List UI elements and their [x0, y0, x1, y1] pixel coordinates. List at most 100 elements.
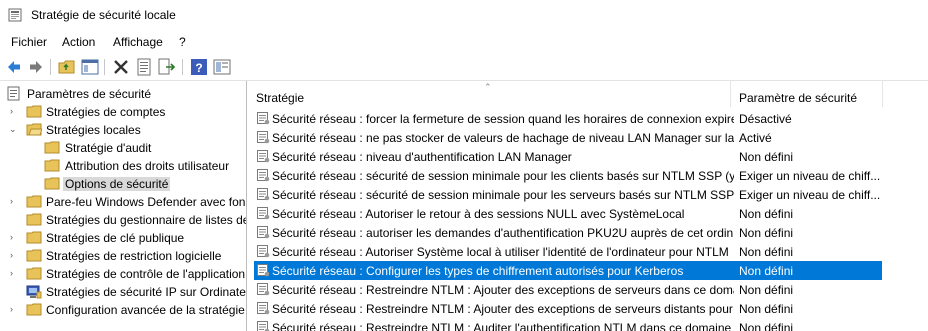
tree-label: Stratégies de contrôle de l'application [46, 267, 246, 281]
policy-setting-icon [257, 245, 270, 258]
tree-label: Attribution des droits utilisateur [65, 159, 230, 173]
policy-row[interactable]: Sécurité réseau : sécurité de session mi… [254, 185, 882, 204]
security-policy-app-icon [8, 8, 22, 22]
policy-row[interactable]: Sécurité réseau : autoriser les demandes… [254, 223, 882, 242]
folder-open-icon [26, 123, 42, 136]
folder-icon [44, 177, 60, 190]
policy-setting-value: Exiger un niveau de chiff... [739, 188, 881, 202]
expand-arrow-icon[interactable]: › [10, 250, 20, 260]
policy-setting-icon [257, 169, 270, 182]
policy-name: Sécurité réseau : ne pas stocker de vale… [272, 131, 734, 145]
menu-action[interactable]: Action [62, 35, 95, 49]
column-header-label: Paramètre de sécurité [739, 91, 858, 105]
policy-setting-value: Non défini [739, 150, 794, 164]
policy-row[interactable]: Sécurité réseau : Autoriser Système loca… [254, 242, 882, 261]
policy-setting-value: Exiger un niveau de chiff... [739, 169, 881, 183]
policy-name: Sécurité réseau : niveau d'authentificat… [272, 150, 572, 164]
policy-name: Sécurité réseau : Configurer les types d… [272, 264, 684, 278]
tree-label: Stratégies de clé publique [46, 231, 185, 245]
toolbar-separator [50, 59, 51, 75]
policy-row[interactable]: Sécurité réseau : niveau d'authentificat… [254, 147, 882, 166]
folder-icon [26, 267, 42, 280]
folder-icon [26, 105, 42, 118]
policy-setting-value: Non défini [739, 245, 794, 259]
expand-arrow-icon[interactable]: › [10, 232, 20, 242]
console-tree-pane: Paramètres de sécurité › Stratégies de c… [0, 81, 247, 331]
tree-label: Pare-feu Windows Defender avec fon [46, 195, 246, 209]
policy-setting-icon [257, 264, 270, 277]
toolbar-separator [182, 59, 183, 75]
delete-icon[interactable] [112, 58, 130, 76]
folder-icon [26, 195, 42, 208]
folder-icon [44, 159, 60, 172]
console-tree-icon[interactable] [213, 58, 231, 76]
folder-icon [26, 249, 42, 262]
menu-help[interactable]: ? [179, 35, 186, 49]
tree-label: Configuration avancée de la stratégie [46, 303, 245, 317]
menu-affichage[interactable]: Affichage [113, 35, 163, 49]
policy-setting-icon [257, 226, 270, 239]
policy-row[interactable]: Sécurité réseau : Configurer les types d… [254, 261, 882, 280]
folder-icon [26, 213, 42, 226]
column-header-label: Stratégie [256, 91, 305, 105]
policy-name: Sécurité réseau : Autoriser le retour à … [272, 207, 685, 221]
svg-text:?: ? [195, 61, 202, 75]
tree-label: Options de sécurité [63, 177, 171, 191]
back-arrow-icon[interactable] [5, 58, 23, 76]
policy-row[interactable]: Sécurité réseau : sécurité de session mi… [254, 166, 882, 185]
up-folder-icon[interactable] [58, 58, 76, 76]
menu-fichier[interactable]: Fichier [11, 35, 47, 49]
policy-name: Sécurité réseau : sécurité de session mi… [272, 169, 734, 183]
sort-ascending-icon: ⌃ [484, 82, 492, 92]
policy-setting-icon [257, 188, 270, 201]
policy-row[interactable]: Sécurité réseau : Restreindre NTLM : Ajo… [254, 280, 882, 299]
tree-label: Stratégies de comptes [46, 105, 166, 119]
tree-label: Stratégie d'audit [65, 141, 152, 155]
policy-row[interactable]: Sécurité réseau : Restreindre NTLM : Aud… [254, 318, 882, 331]
collapse-arrow-icon[interactable]: ⌄ [9, 124, 19, 134]
policy-setting-icon [257, 302, 270, 315]
export-list-icon[interactable] [158, 58, 176, 76]
policy-setting-icon [257, 283, 270, 296]
column-header-setting[interactable]: Paramètre de sécurité [731, 81, 883, 107]
window-title: Stratégie de sécurité locale [31, 8, 176, 22]
policy-setting-icon [257, 207, 270, 220]
policy-setting-value: Non défini [739, 283, 794, 297]
expand-arrow-icon[interactable]: › [10, 304, 20, 314]
help-icon[interactable]: ? [190, 58, 208, 76]
column-header-policy[interactable]: ⌃ Stratégie [248, 81, 731, 107]
policy-list-pane: ⌃ Stratégie Paramètre de sécurité Sécuri… [248, 81, 928, 331]
folder-icon [26, 231, 42, 244]
policy-row[interactable]: Sécurité réseau : Autoriser le retour à … [254, 204, 882, 223]
expand-arrow-icon[interactable]: › [10, 268, 20, 278]
policy-setting-value: Non défini [739, 226, 794, 240]
policy-setting-icon [257, 112, 270, 125]
tree-label: Stratégies locales [46, 123, 141, 137]
policy-name: Sécurité réseau : Restreindre NTLM : Ajo… [272, 302, 734, 316]
policy-setting-value: Non défini [739, 264, 794, 278]
tree-label: Stratégies du gestionnaire de listes de [46, 213, 247, 227]
tree-label: Stratégies de sécurité IP sur Ordinate [46, 285, 246, 299]
policy-name: Sécurité réseau : autoriser les demandes… [272, 226, 734, 240]
policy-setting-icon [257, 150, 270, 163]
tree-label: Stratégies de restriction logicielle [46, 249, 222, 263]
title-bar: Stratégie de sécurité locale [0, 0, 928, 30]
properties-icon[interactable] [135, 58, 153, 76]
policy-setting-icon [257, 131, 270, 144]
policy-name: Sécurité réseau : forcer la fermeture de… [272, 112, 734, 126]
expand-arrow-icon[interactable]: › [10, 196, 20, 206]
folder-icon [44, 141, 60, 154]
policy-name: Sécurité réseau : Autoriser Système loca… [272, 245, 729, 259]
policy-row[interactable]: Sécurité réseau : Restreindre NTLM : Ajo… [254, 299, 882, 318]
show-hide-tree-icon[interactable] [81, 58, 99, 76]
forward-arrow-icon[interactable] [27, 58, 45, 76]
policy-setting-icon [257, 321, 270, 331]
policy-name: Sécurité réseau : Restreindre NTLM : Ajo… [272, 283, 734, 297]
policy-row[interactable]: Sécurité réseau : forcer la fermeture de… [254, 109, 882, 128]
policy-row[interactable]: Sécurité réseau : ne pas stocker de vale… [254, 128, 882, 147]
toolbar-separator [104, 59, 105, 75]
expand-arrow-icon[interactable]: › [10, 106, 20, 116]
policy-name: Sécurité réseau : sécurité de session mi… [272, 188, 734, 202]
policy-setting-value: Non défini [739, 302, 794, 316]
policy-setting-value: Non défini [739, 207, 794, 221]
